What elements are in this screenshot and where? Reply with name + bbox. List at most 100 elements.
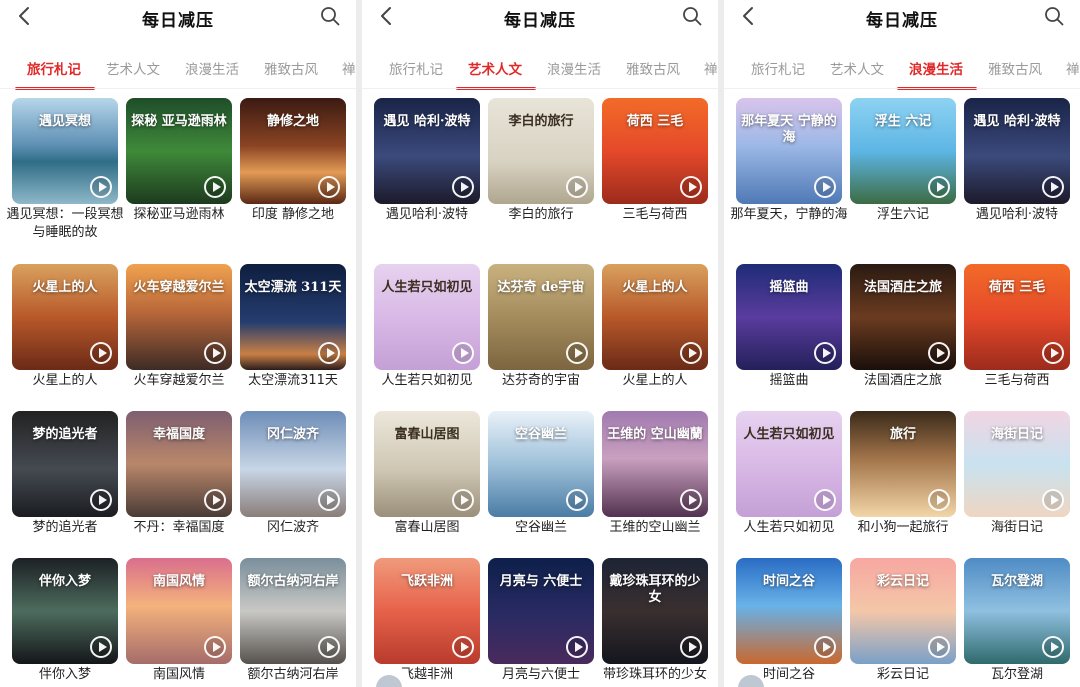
cover-image[interactable]: 海街日记 [964,411,1070,517]
tab-5[interactable]: 禅 [342,58,356,78]
play-circle-icon[interactable] [452,342,474,364]
cover-image[interactable]: 荷西 三毛 [602,98,708,204]
play-circle-icon[interactable] [1042,636,1064,658]
cover-image[interactable]: 王维的 空山幽蘭 [602,411,708,517]
cover-image[interactable]: 遇见 哈利·波特 [374,98,480,204]
play-circle-icon[interactable] [452,636,474,658]
play-circle-icon[interactable] [452,176,474,198]
play-circle-icon[interactable] [814,489,836,511]
cover-image[interactable]: 戴珍珠耳环的少女 [602,558,708,664]
cover-image[interactable]: 南国风情 [126,558,232,664]
cover-image[interactable]: 达芬奇 de宇宙 [488,264,594,370]
tab-1[interactable]: 旅行札记 [27,58,81,78]
cover-image[interactable]: 月亮与 六便士 [488,558,594,664]
play-circle-icon[interactable] [566,342,588,364]
card-title: 彩云日记 [876,667,929,682]
play-circle-icon[interactable] [928,176,950,198]
play-circle-icon[interactable] [566,636,588,658]
cover-image[interactable]: 空谷幽兰 [488,411,594,517]
cover-image[interactable]: 火星上的人 [602,264,708,370]
cover-image[interactable]: 飞跃非洲 [374,558,480,664]
cover-image[interactable]: 静修之地 [240,98,346,204]
tab-1[interactable]: 旅行札记 [389,58,443,78]
cover-image[interactable]: 摇篮曲 [736,264,842,370]
play-circle-icon[interactable] [90,176,112,198]
cover-image[interactable]: 人生若只如初见 [736,411,842,517]
cover-image[interactable]: 伴你入梦 [12,558,118,664]
tab-3[interactable]: 浪漫生活 [185,58,239,78]
play-circle-icon[interactable] [90,636,112,658]
play-circle-icon[interactable] [318,636,340,658]
cover-image[interactable]: 浮生 六记 [850,98,956,204]
cover-image[interactable]: 探秘 亚马逊雨林 [126,98,232,204]
play-circle-icon[interactable] [680,489,702,511]
play-circle-icon[interactable] [928,636,950,658]
card-title: 额尔古纳河右岸 [247,667,339,682]
cover-image[interactable]: 那年夏天 宁静的海 [736,98,842,204]
play-circle-icon[interactable] [204,489,226,511]
play-circle-icon[interactable] [90,489,112,511]
play-circle-icon[interactable] [1042,176,1064,198]
tab-2[interactable]: 艺术人文 [468,58,522,78]
cover-title: 梦的追光者 [32,427,98,442]
cover-image[interactable]: 遇见 哈利·波特 [964,98,1070,204]
play-circle-icon[interactable] [680,636,702,658]
cover-image[interactable]: 李白的旅行 [488,98,594,204]
cover-image[interactable]: 梦的追光者 [12,411,118,517]
play-circle-icon[interactable] [452,489,474,511]
search-icon[interactable] [1044,6,1064,26]
cover-image[interactable]: 法国酒庄之旅 [850,264,956,370]
play-circle-icon[interactable] [1042,489,1064,511]
play-circle-icon[interactable] [204,636,226,658]
play-circle-icon[interactable] [928,489,950,511]
cover-image[interactable]: 火车穿越爱尔兰 [126,264,232,370]
tab-1[interactable]: 旅行札记 [751,58,805,78]
cover-image[interactable]: 人生若只如初见 [374,264,480,370]
play-circle-icon[interactable] [318,489,340,511]
cover-image[interactable]: 旅行 [850,411,956,517]
cover-image[interactable]: 太空漂流 311天 [240,264,346,370]
page-title: 每日减压 [142,11,214,31]
tab-5[interactable]: 禅 [704,58,718,78]
play-circle-icon[interactable] [566,176,588,198]
play-circle-icon[interactable] [814,176,836,198]
tab-4[interactable]: 雅致古风 [264,58,318,78]
cover-image[interactable]: 时间之谷 [736,558,842,664]
tab-2[interactable]: 艺术人文 [106,58,160,78]
tab-2[interactable]: 艺术人文 [830,58,884,78]
play-circle-icon[interactable] [1042,342,1064,364]
tab-3[interactable]: 浪漫生活 [547,58,601,78]
tab-4[interactable]: 雅致古风 [626,58,680,78]
cover-title: 月亮与 六便士 [499,574,583,589]
play-circle-icon[interactable] [90,342,112,364]
cover-image[interactable]: 富春山居图 [374,411,480,517]
cover-image[interactable]: 瓦尔登湖 [964,558,1070,664]
screen-panel-1: 每日减压 旅行札记 艺术人文 浪漫生活 雅致古风禅遇见冥想 遇见冥想：一段冥想与睡眠的故探… [0,0,356,687]
cover-image[interactable]: 彩云日记 [850,558,956,664]
cover-image[interactable]: 冈仁波齐 [240,411,346,517]
play-circle-icon[interactable] [680,176,702,198]
play-circle-icon[interactable] [566,489,588,511]
tab-3[interactable]: 浪漫生活 [909,58,963,78]
play-circle-icon[interactable] [318,176,340,198]
cover-image[interactable]: 遇见冥想 [12,98,118,204]
play-circle-icon[interactable] [928,342,950,364]
search-icon[interactable] [320,6,340,26]
play-circle-icon[interactable] [318,342,340,364]
search-icon[interactable] [682,6,702,26]
play-circle-icon[interactable] [814,342,836,364]
play-circle-icon[interactable] [680,342,702,364]
cover-image[interactable]: 额尔古纳河右岸 [240,558,346,664]
cover-image[interactable]: 火星上的人 [12,264,118,370]
tab-4[interactable]: 雅致古风 [988,58,1042,78]
cover-image[interactable]: 幸福国度 [126,411,232,517]
play-circle-icon[interactable] [204,342,226,364]
cover-title: 李白的旅行 [508,114,574,129]
cover-title: 那年夏天 宁静的海 [741,114,837,146]
play-circle-icon[interactable] [814,636,836,658]
play-circle-icon[interactable] [204,176,226,198]
card-title: 伴你入梦 [38,667,91,682]
tab-5[interactable]: 禅 [1066,58,1080,78]
cover-image[interactable]: 荷西 三毛 [964,264,1070,370]
cover-title: 时间之谷 [762,574,815,589]
